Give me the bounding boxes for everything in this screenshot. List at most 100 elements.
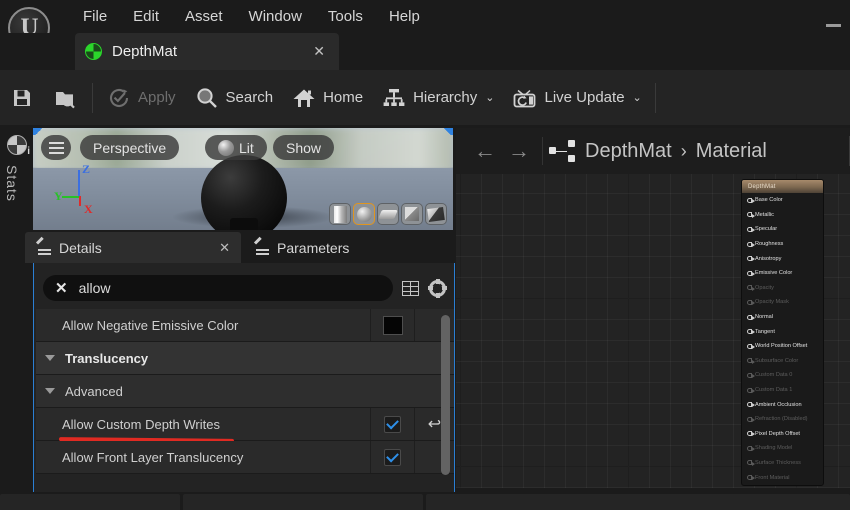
- node-pin-world-position-offset[interactable]: World Position Offset: [742, 339, 823, 354]
- browse-content-button[interactable]: [44, 78, 88, 118]
- breadcrumb-root[interactable]: DepthMat: [585, 140, 672, 163]
- node-pin-front-material[interactable]: Front Material: [742, 470, 823, 485]
- pin-label: Custom Data 1: [755, 387, 793, 394]
- gear-icon[interactable]: [428, 279, 447, 298]
- menu-item-edit[interactable]: Edit: [120, 3, 172, 30]
- details-search-box[interactable]: ✕ allow: [43, 275, 393, 301]
- pin-label: Surface Thickness: [755, 459, 801, 466]
- pin-connector-icon[interactable]: [747, 445, 755, 452]
- apply-button[interactable]: Apply: [97, 78, 185, 118]
- close-icon[interactable]: ✕: [219, 240, 230, 256]
- node-pin-opacity-mask[interactable]: Opacity Mask: [742, 295, 823, 310]
- menu-item-asset[interactable]: Asset: [172, 3, 236, 30]
- live-update-button[interactable]: Live Update ⌄: [503, 78, 650, 118]
- nav-forward-button[interactable]: →: [502, 136, 536, 166]
- stats-tab-label[interactable]: Stats: [4, 165, 20, 202]
- pin-connector-icon[interactable]: [747, 299, 755, 306]
- pin-connector-icon[interactable]: [747, 402, 755, 408]
- pin-connector-icon[interactable]: [747, 197, 755, 203]
- pin-connector-icon[interactable]: [747, 387, 755, 393]
- checkbox-allow-front-layer-translucency[interactable]: [384, 448, 401, 466]
- property-row-allow-custom-depth-writes[interactable]: Allow Custom Depth Writes ↩: [36, 408, 454, 443]
- node-pin-normal[interactable]: Normal: [742, 310, 823, 325]
- node-pin-specular[interactable]: Specular: [742, 222, 823, 237]
- menu-item-help[interactable]: Help: [376, 3, 433, 30]
- pin-connector-icon[interactable]: [747, 241, 755, 247]
- viewport-corner-marker: [441, 128, 453, 135]
- details-scrollbar[interactable]: [441, 315, 450, 475]
- bottom-panel-cell[interactable]: [0, 494, 180, 510]
- node-pin-emissive-color[interactable]: Emissive Color: [742, 266, 823, 281]
- bottom-panel-cell[interactable]: [183, 494, 423, 510]
- node-pin-metallic[interactable]: Metallic: [742, 208, 823, 223]
- viewport-menu-icon[interactable]: [41, 135, 71, 160]
- node-pin-surface-thickness[interactable]: Surface Thickness: [742, 456, 823, 471]
- chevron-down-icon[interactable]: [45, 388, 55, 394]
- search-input[interactable]: allow: [79, 280, 111, 296]
- material-preview-viewport[interactable]: Perspective Lit Show Z Y X: [33, 128, 453, 230]
- pin-connector-icon[interactable]: [747, 431, 755, 437]
- reset-to-default-icon[interactable]: ↩: [428, 414, 441, 434]
- preview-shape-sphere[interactable]: [353, 203, 375, 225]
- window-minimize-button[interactable]: [822, 13, 844, 27]
- stats-info-icon[interactable]: [7, 135, 30, 157]
- tab-details[interactable]: Details ✕: [25, 232, 241, 263]
- pin-connector-icon[interactable]: [747, 343, 755, 349]
- pin-connector-icon[interactable]: [747, 212, 755, 218]
- pin-connector-icon[interactable]: [747, 285, 755, 291]
- preview-shape-plane[interactable]: [377, 203, 399, 225]
- checkbox-allow-custom-depth-writes[interactable]: [384, 415, 401, 433]
- preview-shape-cube[interactable]: [401, 203, 423, 225]
- node-pin-anisotropy[interactable]: Anisotropy: [742, 251, 823, 266]
- node-pin-opacity[interactable]: Opacity: [742, 281, 823, 296]
- node-pin-pixel-depth-offset[interactable]: Pixel Depth Offset: [742, 427, 823, 442]
- preview-shape-custom-mesh[interactable]: [425, 203, 447, 225]
- node-pin-subsurface-color[interactable]: Subsurface Color: [742, 354, 823, 369]
- column-layout-icon[interactable]: [402, 280, 419, 296]
- asset-tab-depthmat[interactable]: DepthMat ✕: [75, 33, 339, 70]
- property-subcategory-advanced[interactable]: Advanced: [36, 375, 454, 408]
- pin-connector-icon[interactable]: [747, 329, 755, 335]
- breadcrumb-current[interactable]: Material: [696, 140, 767, 163]
- menu-item-window[interactable]: Window: [236, 3, 315, 30]
- save-button[interactable]: [0, 78, 44, 118]
- preview-shape-cylinder[interactable]: [329, 203, 351, 225]
- pin-connector-icon[interactable]: [747, 256, 755, 262]
- material-output-node[interactable]: DepthMat Base Color Metallic Specular Ro…: [741, 179, 824, 486]
- node-pin-shading-model[interactable]: Shading Model: [742, 441, 823, 456]
- menu-item-tools[interactable]: Tools: [315, 3, 376, 30]
- search-button[interactable]: Search: [185, 78, 283, 118]
- pin-connector-icon[interactable]: [747, 270, 755, 276]
- pin-connector-icon[interactable]: [747, 416, 755, 422]
- tab-parameters[interactable]: Parameters: [243, 232, 360, 263]
- node-pin-ambient-occlusion[interactable]: Ambient Occlusion: [742, 397, 823, 412]
- menu-item-file[interactable]: File: [70, 3, 120, 30]
- node-pin-custom-data-1[interactable]: Custom Data 1: [742, 383, 823, 398]
- pin-connector-icon[interactable]: [747, 460, 755, 466]
- node-pin-custom-data-0[interactable]: Custom Data 0: [742, 368, 823, 383]
- property-row-allow-front-layer-translucency[interactable]: Allow Front Layer Translucency: [36, 441, 454, 474]
- home-button[interactable]: Home: [282, 78, 372, 118]
- pin-connector-icon[interactable]: [747, 314, 755, 320]
- material-sphere-icon: [85, 43, 102, 60]
- clear-search-icon[interactable]: ✕: [55, 279, 68, 297]
- node-pin-refraction[interactable]: Refraction (Disabled): [742, 412, 823, 427]
- nav-back-button[interactable]: ←: [468, 136, 502, 166]
- color-swatch[interactable]: [382, 315, 403, 335]
- pin-connector-icon[interactable]: [747, 358, 755, 364]
- viewport-show-button[interactable]: Show: [273, 135, 335, 160]
- node-pin-roughness[interactable]: Roughness: [742, 237, 823, 252]
- pin-connector-icon[interactable]: [747, 475, 755, 481]
- hierarchy-button[interactable]: Hierarchy ⌄: [372, 78, 503, 118]
- bottom-panel-cell[interactable]: [426, 494, 850, 510]
- node-pin-base-color[interactable]: Base Color: [742, 193, 823, 208]
- property-category-translucency[interactable]: Translucency: [36, 342, 454, 375]
- close-icon[interactable]: ✕: [309, 43, 329, 60]
- pin-connector-icon[interactable]: [747, 372, 755, 379]
- pin-connector-icon[interactable]: [747, 226, 755, 233]
- viewport-perspective-button[interactable]: Perspective: [80, 135, 180, 160]
- property-row-allow-negative-emissive-color[interactable]: Allow Negative Emissive Color: [36, 309, 454, 342]
- chevron-down-icon[interactable]: [45, 355, 55, 361]
- viewport-lit-button[interactable]: Lit: [205, 135, 267, 160]
- node-pin-tangent[interactable]: Tangent: [742, 324, 823, 339]
